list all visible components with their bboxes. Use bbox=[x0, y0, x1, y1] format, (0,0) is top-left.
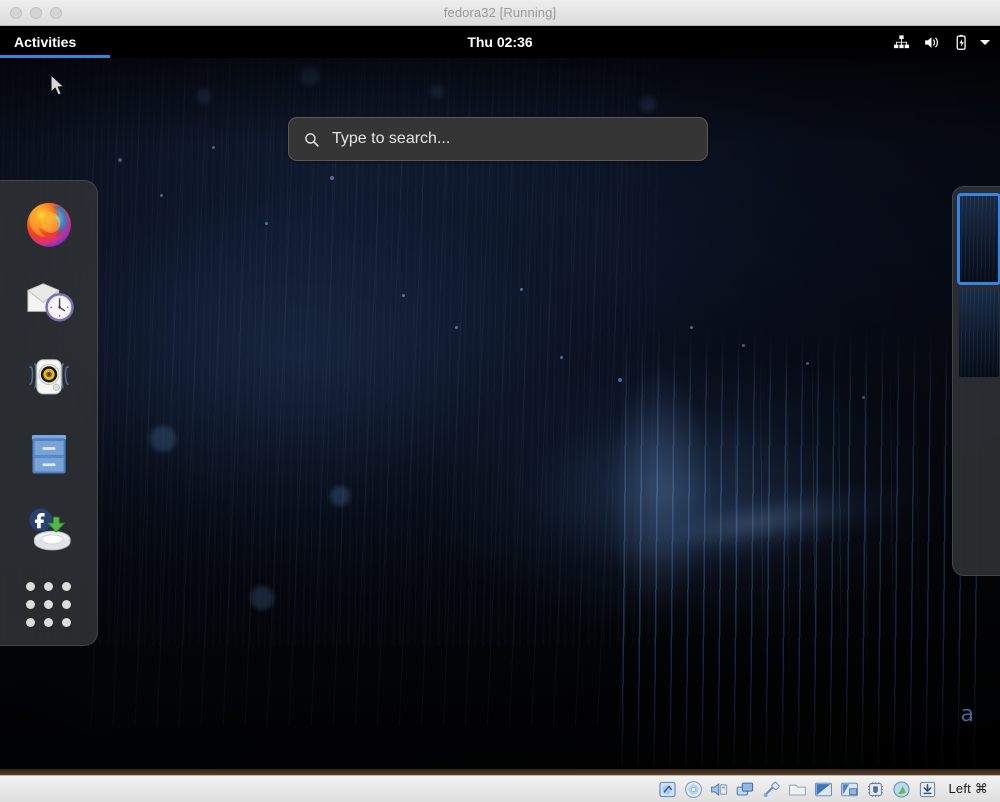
host-titlebar: fedora32 [Running] bbox=[0, 0, 1000, 26]
dash-dock bbox=[0, 180, 98, 646]
files-icon bbox=[23, 426, 75, 478]
battery-icon[interactable] bbox=[953, 34, 970, 51]
dash-item-firefox[interactable] bbox=[22, 197, 76, 251]
firefox-icon bbox=[23, 198, 75, 250]
vm-icon[interactable] bbox=[866, 780, 885, 799]
search-icon bbox=[303, 131, 320, 148]
virtualbox-window: fedora32 [Running] bbox=[0, 0, 1000, 802]
search-placeholder: Type to search... bbox=[332, 130, 450, 148]
host-key-label: Left ⌘ bbox=[949, 781, 989, 797]
display-icon[interactable] bbox=[814, 780, 833, 799]
recording-icon[interactable] bbox=[840, 780, 859, 799]
hard-disk-icon[interactable] bbox=[658, 780, 677, 799]
network-wired-icon[interactable] bbox=[893, 34, 910, 51]
audio-icon[interactable] bbox=[710, 780, 729, 799]
workspace-thumbnail-1[interactable] bbox=[959, 195, 999, 283]
system-tray[interactable] bbox=[893, 34, 990, 51]
dash-item-fedora-media-writer[interactable] bbox=[22, 501, 76, 555]
clock: Thu 02:36 bbox=[0, 34, 1000, 50]
search-input[interactable]: Type to search... bbox=[288, 117, 708, 161]
mouse-integration-icon[interactable] bbox=[892, 780, 911, 799]
workspace-switcher bbox=[952, 186, 1000, 576]
guest-screen: a Activities Thu 02:36 bbox=[0, 26, 1000, 775]
gnome-top-bar: Activities Thu 02:36 bbox=[0, 26, 1000, 58]
volume-icon[interactable] bbox=[923, 34, 940, 51]
dash-item-evolution[interactable] bbox=[22, 273, 76, 327]
desktop-glyph: a bbox=[961, 702, 974, 727]
optical-disk-icon[interactable] bbox=[684, 780, 703, 799]
virtualbox-status-bar: Left ⌘ bbox=[0, 775, 1000, 802]
activities-button[interactable]: Activities bbox=[0, 26, 90, 58]
workspace-thumbnail-2[interactable] bbox=[959, 289, 999, 377]
app-grid-icon bbox=[26, 582, 71, 627]
dash-item-files[interactable] bbox=[22, 425, 76, 479]
window-title: fedora32 [Running] bbox=[0, 5, 1000, 20]
activities-active-indicator bbox=[0, 55, 110, 58]
show-applications-button[interactable] bbox=[22, 577, 76, 631]
dash-item-rhythmbox[interactable] bbox=[22, 349, 76, 403]
fedora-media-writer-icon bbox=[23, 502, 75, 554]
shared-folders-icon[interactable] bbox=[788, 780, 807, 799]
activities-label: Activities bbox=[14, 34, 76, 50]
evolution-icon bbox=[23, 274, 75, 326]
usb-icon[interactable] bbox=[762, 780, 781, 799]
network-icon[interactable] bbox=[736, 780, 755, 799]
chevron-down-icon[interactable] bbox=[980, 40, 990, 45]
rhythmbox-icon bbox=[23, 350, 75, 402]
host-key-icon[interactable] bbox=[918, 780, 937, 799]
